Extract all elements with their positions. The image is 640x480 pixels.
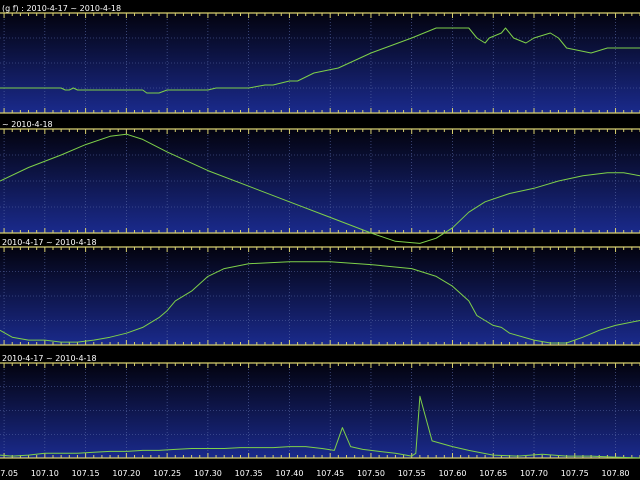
panel-title: ~ 2010-4-18 <box>2 120 53 129</box>
panel-title: 2010-4-17 ~ 2010-4-18 <box>2 238 97 247</box>
x-tick-label: 107.80 <box>602 469 630 478</box>
x-tick-label: 107.40 <box>275 469 303 478</box>
x-tick-label: 107.20 <box>112 469 140 478</box>
x-tick-label: 107.45 <box>316 469 344 478</box>
x-tick-label: 107.70 <box>520 469 548 478</box>
chart-panel-1: (g f) : 2010-4-17 ~ 2010-4-18 <box>0 4 640 114</box>
x-tick-label: 107.15 <box>72 469 100 478</box>
chart-stage: (g f) : 2010-4-17 ~ 2010-4-18 ~ 2010-4-18… <box>0 0 640 480</box>
x-tick-label: 107.55 <box>398 469 426 478</box>
x-tick-label: 107.60 <box>438 469 466 478</box>
x-tick-label: 107.10 <box>31 469 59 478</box>
x-tick-label: 107.35 <box>235 469 263 478</box>
chart-panel-2: ~ 2010-4-18 <box>0 120 640 244</box>
chart-panel-3: 2010-4-17 ~ 2010-4-18 <box>0 238 640 346</box>
x-tick-label: 107.30 <box>194 469 222 478</box>
panel-title: 2010-4-17 ~ 2010-4-18 <box>2 354 97 363</box>
panel-title: (g f) : 2010-4-17 ~ 2010-4-18 <box>2 4 121 13</box>
x-tick-label: 107.50 <box>357 469 385 478</box>
x-tick-label: 107.75 <box>561 469 589 478</box>
chart-panel-4: 2010-4-17 ~ 2010-4-18 <box>0 354 640 459</box>
x-tick-label: 107.65 <box>479 469 507 478</box>
x-tick-label: 107.05 <box>0 469 18 478</box>
x-tick-label: 107.25 <box>153 469 181 478</box>
multi-panel-line-chart: (g f) : 2010-4-17 ~ 2010-4-18 ~ 2010-4-18… <box>0 0 640 480</box>
